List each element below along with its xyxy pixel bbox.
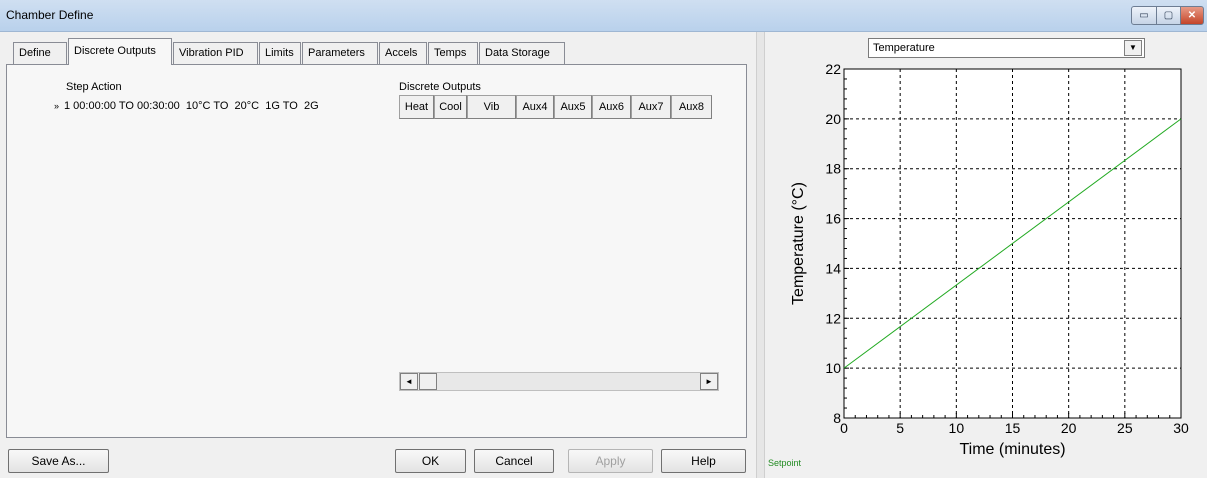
legend-setpoint: Setpoint xyxy=(768,458,802,468)
chart-type-dropdown[interactable]: Temperature xyxy=(868,38,1145,58)
dropdown-arrow-icon[interactable]: ▼ xyxy=(1124,40,1142,56)
close-button[interactable]: ✕ xyxy=(1180,6,1204,25)
tab-parameters[interactable]: Parameters xyxy=(302,42,378,64)
tab-define[interactable]: Define xyxy=(13,42,67,64)
y-tick-label: 8 xyxy=(833,410,841,426)
minimize-button[interactable]: ▭ xyxy=(1131,6,1157,25)
scroll-left-icon[interactable]: ◄ xyxy=(400,373,418,390)
step-action-header: Step Action xyxy=(66,81,122,93)
x-tick-label: 10 xyxy=(949,420,965,436)
column-aux5[interactable]: Aux5 xyxy=(554,95,592,119)
save-as-button[interactable]: Save As... xyxy=(8,449,109,473)
x-tick-label: 30 xyxy=(1173,420,1189,436)
tab-temps[interactable]: Temps xyxy=(428,42,478,64)
scroll-thumb[interactable] xyxy=(419,373,437,390)
apply-button[interactable]: Apply xyxy=(568,449,653,473)
ok-button[interactable]: OK xyxy=(395,449,466,473)
cancel-button[interactable]: Cancel xyxy=(474,449,554,473)
y-tick-label: 16 xyxy=(825,211,841,227)
y-tick-label: 20 xyxy=(825,111,841,127)
x-axis-label: Time (minutes) xyxy=(959,441,1065,458)
column-cool[interactable]: Cool xyxy=(434,95,467,119)
column-aux7[interactable]: Aux7 xyxy=(631,95,671,119)
y-tick-label: 22 xyxy=(825,62,841,77)
y-tick-label: 18 xyxy=(825,161,841,177)
y-tick-label: 10 xyxy=(825,360,841,376)
temperature-chart: 0 5 10 15 20 25 30 8 10 12 14 16 18 20 22 Time (minut… xyxy=(790,62,1189,458)
pane-splitter[interactable] xyxy=(756,32,765,478)
chart-type-selected: Temperature xyxy=(873,42,935,54)
discrete-outputs-header: Discrete Outputs xyxy=(399,81,481,93)
scroll-right-icon[interactable]: ► xyxy=(700,373,718,390)
y-tick-label: 14 xyxy=(825,260,841,276)
window-title: Chamber Define xyxy=(6,8,94,22)
tab-vibration-pid[interactable]: Vibration PID xyxy=(173,42,258,64)
x-tick-label: 20 xyxy=(1061,420,1077,436)
x-tick-label: 5 xyxy=(896,420,904,436)
x-tick-label: 15 xyxy=(1005,420,1021,436)
current-step-marker: » xyxy=(54,101,60,111)
horizontal-scrollbar[interactable] xyxy=(399,372,719,391)
tab-limits[interactable]: Limits xyxy=(259,42,301,64)
y-tick-label: 12 xyxy=(825,310,841,326)
column-aux6[interactable]: Aux6 xyxy=(592,95,631,119)
column-heat[interactable]: Heat xyxy=(399,95,434,119)
column-vib[interactable]: Vib xyxy=(467,95,516,119)
tab-accels[interactable]: Accels xyxy=(379,42,427,64)
help-button[interactable]: Help xyxy=(661,449,746,473)
tab-data-storage[interactable]: Data Storage xyxy=(479,42,565,64)
title-bar[interactable]: Chamber Define ▭ ▢ ✕ xyxy=(0,0,1207,32)
column-aux4[interactable]: Aux4 xyxy=(516,95,554,119)
step-row[interactable]: 1 00:00:00 TO 00:30:00 10°C TO 20°C 1G T… xyxy=(64,100,319,112)
y-axis-label: Temperature (°C) xyxy=(790,182,807,305)
maximize-button[interactable]: ▢ xyxy=(1156,6,1181,25)
x-tick-label: 25 xyxy=(1117,420,1133,436)
column-aux8[interactable]: Aux8 xyxy=(671,95,712,119)
x-tick-label: 0 xyxy=(840,420,848,436)
tab-discrete-outputs[interactable]: Discrete Outputs xyxy=(68,38,172,65)
